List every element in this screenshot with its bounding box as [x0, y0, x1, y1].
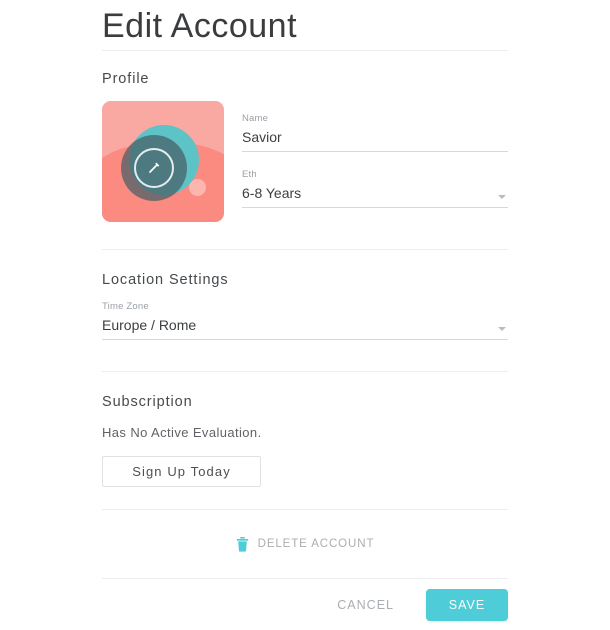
- save-button[interactable]: SAVE: [426, 588, 508, 621]
- edit-account-page: Edit Account Profile Name Savior Eth 6-8…: [0, 0, 610, 621]
- profile-row: Name Savior Eth 6-8 Years: [102, 101, 508, 222]
- location-settings-section: Location Settings Time Zone Europe / Rom…: [102, 272, 508, 340]
- page-content: Edit Account Profile Name Savior Eth 6-8…: [102, 0, 508, 630]
- eth-field-underline: [242, 207, 508, 208]
- delete-account-label: DELETE ACCOUNT: [257, 538, 375, 550]
- subscription-heading: Subscription: [102, 394, 193, 410]
- subscription-section: Subscription Has No Active Evaluation. S…: [102, 394, 508, 487]
- eth-select[interactable]: 6-8 Years: [242, 183, 526, 207]
- avatar[interactable]: [102, 101, 224, 222]
- location-section-divider: [102, 371, 508, 372]
- timezone-select[interactable]: Europe / Rome: [102, 315, 526, 339]
- timezone-field-underline: [102, 339, 508, 340]
- name-field-underline: [242, 151, 508, 152]
- trash-icon: [236, 536, 258, 552]
- delete-account-button[interactable]: DELETE ACCOUNT: [102, 510, 508, 578]
- sign-up-today-button[interactable]: Sign Up Today: [102, 456, 261, 487]
- eth-field-group: Eth 6-8 Years: [242, 169, 508, 208]
- edit-pencil-icon: [134, 148, 174, 188]
- profile-section: Profile Name Savior Eth 6-8 Years: [102, 51, 508, 222]
- chevron-down-icon[interactable]: [498, 195, 506, 199]
- name-field-group: Name Savior: [242, 113, 508, 152]
- subscription-status-text: Has No Active Evaluation.: [102, 425, 262, 440]
- timezone-field-label: Time Zone: [102, 301, 149, 312]
- avatar-edit-overlay[interactable]: [121, 135, 187, 201]
- name-field-label: Name: [242, 113, 269, 124]
- eth-field-label: Eth: [242, 169, 257, 180]
- chevron-down-icon[interactable]: [498, 327, 506, 331]
- profile-section-divider: [102, 249, 508, 250]
- footer-actions: CANCEL SAVE: [102, 579, 508, 630]
- profile-heading: Profile: [102, 71, 150, 87]
- timezone-field-group: Time Zone Europe / Rome: [102, 301, 508, 340]
- page-title: Edit Account: [102, 7, 298, 45]
- cancel-button[interactable]: CANCEL: [325, 590, 406, 620]
- name-input[interactable]: Savior: [242, 127, 508, 151]
- profile-fields: Name Savior Eth 6-8 Years: [242, 101, 508, 208]
- location-settings-heading: Location Settings: [102, 272, 229, 288]
